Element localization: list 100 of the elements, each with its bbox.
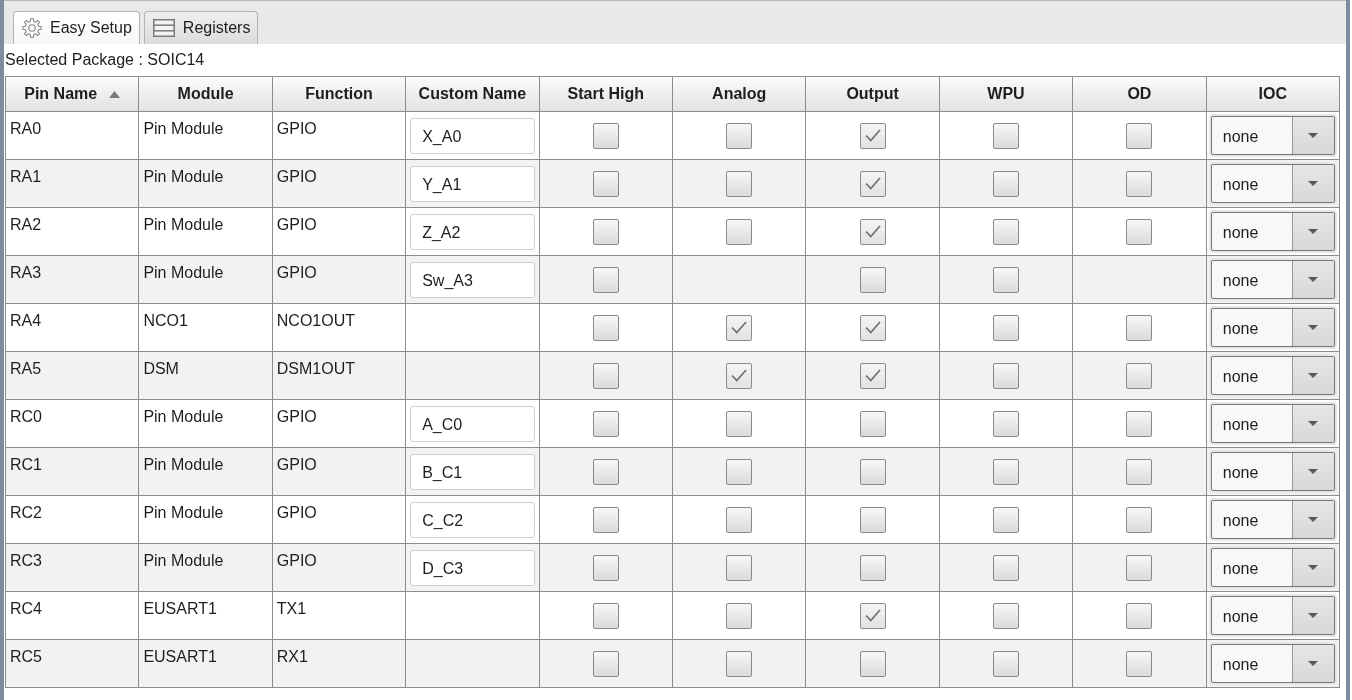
checkbox[interactable] xyxy=(993,170,1019,197)
text-field[interactable]: X_A0 xyxy=(410,117,535,154)
checkbox[interactable] xyxy=(592,314,619,341)
checkbox[interactable] xyxy=(726,314,753,341)
checkbox[interactable] xyxy=(726,410,753,437)
checkbox[interactable] xyxy=(592,122,619,149)
column-header[interactable]: Start High xyxy=(539,77,673,111)
checkbox[interactable] xyxy=(993,266,1019,293)
checkbox[interactable] xyxy=(1126,602,1153,629)
dropdown[interactable]: none xyxy=(1210,644,1335,683)
checkbox[interactable] xyxy=(1126,362,1153,389)
checkbox[interactable] xyxy=(859,602,886,629)
text-field[interactable]: B_C1 xyxy=(410,453,535,490)
checkbox[interactable] xyxy=(859,458,886,485)
checkbox[interactable] xyxy=(993,554,1019,581)
dropdown[interactable]: none xyxy=(1210,356,1335,395)
table-cell: NCO1 xyxy=(139,304,273,351)
checkbox[interactable] xyxy=(1126,458,1153,485)
dropdown[interactable]: none xyxy=(1210,116,1335,155)
text-field[interactable]: C_C2 xyxy=(410,501,535,538)
checkbox[interactable] xyxy=(993,122,1019,149)
table-cell: RA3 xyxy=(6,256,140,303)
column-header[interactable]: Analog xyxy=(673,77,807,111)
dropdown[interactable]: none xyxy=(1210,212,1335,251)
checkbox[interactable] xyxy=(1126,554,1153,581)
checkbox[interactable] xyxy=(859,410,886,437)
dropdown[interactable]: none xyxy=(1210,260,1335,299)
checkbox[interactable] xyxy=(1126,218,1153,245)
dropdown[interactable]: none xyxy=(1210,452,1335,491)
checkbox[interactable] xyxy=(993,410,1019,437)
checkbox[interactable] xyxy=(726,218,753,245)
checkbox[interactable] xyxy=(1126,650,1153,677)
checkbox[interactable] xyxy=(993,314,1019,341)
checkbox[interactable] xyxy=(592,554,619,581)
checkbox[interactable] xyxy=(726,602,753,629)
checkbox[interactable] xyxy=(592,266,619,293)
checkbox[interactable] xyxy=(859,122,886,149)
checkbox[interactable] xyxy=(592,650,619,677)
column-header[interactable]: Module xyxy=(139,77,273,111)
checkbox[interactable] xyxy=(592,362,619,389)
tab[interactable]: Registers xyxy=(143,11,259,44)
text-field[interactable]: D_C3 xyxy=(410,549,535,586)
table-cell: RC4 xyxy=(6,592,140,639)
text-field[interactable]: Z_A2 xyxy=(410,213,535,250)
checkbox[interactable] xyxy=(1126,314,1153,341)
checkbox[interactable] xyxy=(859,650,886,677)
checkbox[interactable] xyxy=(859,170,886,197)
checkbox[interactable] xyxy=(993,458,1019,485)
checkbox[interactable] xyxy=(726,650,753,677)
checkbox[interactable] xyxy=(859,554,886,581)
checkbox[interactable] xyxy=(592,602,619,629)
checkbox[interactable] xyxy=(859,266,886,293)
table-cell: RA1 xyxy=(6,160,140,207)
checkbox[interactable] xyxy=(1126,410,1153,437)
dropdown[interactable]: none xyxy=(1210,308,1335,347)
checkbox[interactable] xyxy=(993,506,1019,533)
table-cell: Pin Module xyxy=(139,400,273,447)
checkbox[interactable] xyxy=(726,506,753,533)
checkbox[interactable] xyxy=(726,170,753,197)
dropdown[interactable]: none xyxy=(1210,164,1335,203)
checkbox[interactable] xyxy=(592,506,619,533)
checkbox[interactable] xyxy=(592,458,619,485)
text-field[interactable]: Y_A1 xyxy=(410,165,535,202)
dropdown[interactable]: none xyxy=(1210,548,1335,587)
checkbox[interactable] xyxy=(726,458,753,485)
text-field[interactable]: Sw_A3 xyxy=(410,261,535,298)
checkmark-icon xyxy=(864,129,881,142)
column-header[interactable]: Pin Name xyxy=(6,77,140,111)
checkbox[interactable] xyxy=(859,314,886,341)
tab[interactable]: Easy Setup xyxy=(13,11,140,44)
table-cell: GPIO xyxy=(272,544,407,591)
checkbox[interactable] xyxy=(592,218,619,245)
checkbox[interactable] xyxy=(993,362,1019,389)
checkbox[interactable] xyxy=(859,506,886,533)
checkbox[interactable] xyxy=(993,218,1019,245)
text-field[interactable]: A_C0 xyxy=(410,405,535,442)
checkbox[interactable] xyxy=(859,218,886,245)
column-header[interactable]: Function xyxy=(272,77,407,111)
dropdown[interactable]: none xyxy=(1210,596,1335,635)
caret-icon xyxy=(1308,565,1319,570)
column-header[interactable]: OD xyxy=(1073,77,1207,111)
checkbox[interactable] xyxy=(726,122,753,149)
checkbox[interactable] xyxy=(993,650,1019,677)
table-cell: RA0 xyxy=(6,112,140,159)
checkbox[interactable] xyxy=(726,362,753,389)
checkbox[interactable] xyxy=(1126,170,1153,197)
column-header[interactable]: Output xyxy=(806,77,940,111)
checkbox[interactable] xyxy=(592,170,619,197)
table-cell: RA4 xyxy=(6,304,140,351)
column-header[interactable]: WPU xyxy=(939,77,1074,111)
column-header[interactable]: IOC xyxy=(1206,77,1340,111)
dropdown[interactable]: none xyxy=(1210,500,1335,539)
checkbox[interactable] xyxy=(993,602,1019,629)
checkbox[interactable] xyxy=(1126,122,1153,149)
checkbox[interactable] xyxy=(859,362,886,389)
checkbox[interactable] xyxy=(592,410,619,437)
checkbox[interactable] xyxy=(726,554,753,581)
dropdown[interactable]: none xyxy=(1210,404,1335,443)
column-header[interactable]: Custom Name xyxy=(406,77,540,111)
checkbox[interactable] xyxy=(1126,506,1153,533)
